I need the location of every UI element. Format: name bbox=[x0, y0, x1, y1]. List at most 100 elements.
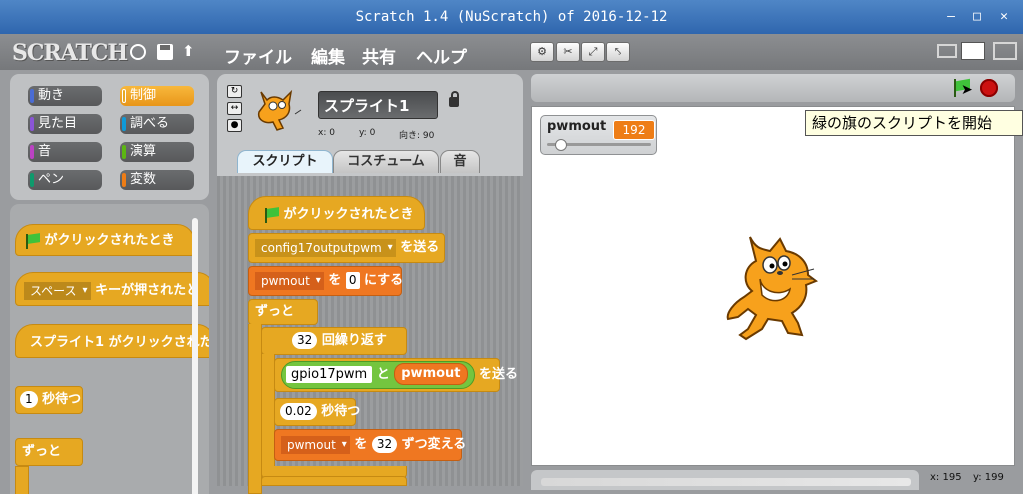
block-label: ずつ変える bbox=[401, 437, 467, 452]
window-title: Scratch 1.4 (NuScratch) of 2016-12-12 bbox=[355, 9, 668, 25]
script-forever-block[interactable]: ずっと bbox=[248, 299, 318, 325]
menu-bar: SCRATCH ⬆ ファイル 編集 共有 ヘルプ ⚙ ✂ ⤢ ⤣ bbox=[0, 34, 1023, 70]
maximize-icon[interactable]: □ bbox=[970, 10, 984, 24]
palette-forever-block[interactable]: ずっと bbox=[15, 438, 83, 466]
palette-sprite-clicked-hat[interactable]: スプライト1 がクリックされた bbox=[15, 324, 209, 358]
palette-key-pressed-hat[interactable]: スペース キーが押されたと bbox=[15, 272, 209, 306]
tab-sounds[interactable]: 音 bbox=[440, 150, 480, 173]
key-dropdown[interactable]: スペース bbox=[24, 281, 91, 300]
share-upload-icon[interactable]: ⬆ bbox=[182, 43, 199, 60]
sprite-thumbnail bbox=[257, 89, 302, 131]
change-amount-input[interactable]: 32 bbox=[371, 436, 398, 453]
block-label: キーが押されたと bbox=[95, 283, 200, 298]
monitor-value: 192 bbox=[613, 120, 655, 140]
block-label: を送る bbox=[479, 367, 519, 382]
tab-scripts[interactable]: スクリプト bbox=[237, 150, 333, 173]
block-label: と bbox=[376, 366, 390, 382]
green-flag-icon bbox=[263, 206, 279, 223]
save-icon[interactable] bbox=[157, 44, 173, 60]
scripts-area[interactable]: がクリックされたとき config17outputpwm を送る pwmout … bbox=[217, 176, 523, 494]
wait-seconds-input[interactable]: 0.02 bbox=[280, 403, 317, 420]
monitor-label: pwmout bbox=[547, 119, 607, 134]
script-wait-block[interactable]: 0.02 秒待つ bbox=[274, 398, 360, 426]
join-operator-block[interactable]: gpio17pwm と pwmout bbox=[281, 360, 475, 389]
script-change-variable-block[interactable]: pwmout を 32 ずつ変える bbox=[274, 429, 466, 461]
sprite-list-toolbar bbox=[541, 478, 911, 486]
forever-arm bbox=[248, 324, 262, 494]
palette-wait-block[interactable]: 1 秒待つ bbox=[15, 386, 83, 414]
lock-icon[interactable] bbox=[449, 91, 459, 107]
repeat-count-input[interactable]: 32 bbox=[292, 332, 318, 349]
mouse-cursor-icon: ➤ bbox=[961, 82, 973, 98]
block-label: ずっと bbox=[22, 444, 62, 459]
pwmout-variable-reporter[interactable]: pwmout bbox=[394, 363, 468, 385]
title-bar[interactable]: Scratch 1.4 (NuScratch) of 2016-12-12 — … bbox=[0, 0, 1023, 34]
normal-stage-icon[interactable] bbox=[961, 42, 985, 60]
globe-icon[interactable] bbox=[130, 44, 146, 60]
block-label: 秒待つ bbox=[321, 404, 361, 419]
script-broadcast-block[interactable]: config17outputpwm を送る bbox=[248, 233, 445, 263]
stage-canvas[interactable]: pwmout 192 bbox=[531, 106, 1015, 466]
category-label: ペン bbox=[38, 172, 65, 187]
palette-green-flag-hat[interactable]: がクリックされたとき bbox=[15, 224, 195, 256]
palette-scrollbar[interactable] bbox=[192, 218, 198, 494]
delete-scissors-icon[interactable]: ✂ bbox=[556, 42, 580, 62]
duplicate-stamp-icon[interactable]: ⚙ bbox=[530, 42, 554, 62]
category-motion[interactable]: 動き bbox=[28, 86, 102, 106]
sprite-list-panel bbox=[531, 470, 919, 490]
repeat-arm bbox=[261, 354, 275, 470]
stop-sign-icon[interactable] bbox=[980, 79, 998, 97]
category-operators[interactable]: 演算 bbox=[120, 142, 194, 162]
category-sound[interactable]: 音 bbox=[28, 142, 102, 162]
broadcast-message-dropdown[interactable]: config17outputpwm bbox=[255, 238, 396, 257]
variable-dropdown[interactable]: pwmout bbox=[281, 435, 350, 454]
category-label: 音 bbox=[38, 144, 52, 159]
category-control[interactable]: 制御 bbox=[120, 86, 194, 106]
script-repeat-block[interactable]: 32 回繰り返す bbox=[261, 327, 407, 355]
block-label: を送る bbox=[400, 240, 440, 255]
category-looks[interactable]: 見た目 bbox=[28, 114, 102, 134]
sprite-name-field[interactable]: スプライト1 bbox=[318, 91, 438, 119]
sprite-direction-readout: 向き: 90 bbox=[399, 131, 435, 141]
menu-edit[interactable]: 編集 bbox=[311, 43, 345, 68]
category-pen[interactable]: ペン bbox=[28, 170, 102, 190]
minimize-icon[interactable]: — bbox=[944, 10, 958, 24]
variable-dropdown[interactable]: pwmout bbox=[255, 271, 324, 290]
green-flag-icon bbox=[24, 232, 40, 249]
menu-share[interactable]: 共有 bbox=[362, 43, 396, 68]
small-stage-icon[interactable] bbox=[937, 44, 957, 58]
scratch-logo: SCRATCH bbox=[12, 40, 128, 66]
script-green-flag-hat[interactable]: がクリックされたとき bbox=[248, 196, 425, 230]
category-label: 動き bbox=[38, 88, 65, 103]
next-block-partial bbox=[261, 476, 407, 486]
block-label: 秒待つ bbox=[42, 392, 82, 407]
menu-file[interactable]: ファイル bbox=[224, 43, 292, 68]
block-label: スプライト1 がクリックされた bbox=[30, 335, 209, 350]
category-panel: 動き 制御 見た目 調べる 音 演算 ペン 変数 bbox=[10, 74, 209, 200]
variable-monitor[interactable]: pwmout 192 bbox=[540, 115, 657, 155]
block-label: 回繰り返す bbox=[321, 333, 387, 348]
forever-block-arm bbox=[15, 466, 29, 494]
block-palette: がクリックされたとき スペース キーが押されたと スプライト1 がクリックされた… bbox=[10, 204, 209, 494]
flip-left-right-icon[interactable]: ↔ bbox=[227, 102, 242, 115]
rotate-all-icon[interactable]: ↻ bbox=[227, 85, 242, 98]
category-sensing[interactable]: 調べる bbox=[120, 114, 194, 134]
scratch-cat-sprite[interactable] bbox=[722, 235, 822, 341]
monitor-slider-knob[interactable] bbox=[555, 139, 567, 151]
close-icon[interactable]: ✕ bbox=[997, 10, 1011, 24]
shrink-icon[interactable]: ⤣ bbox=[606, 42, 630, 62]
tab-costumes[interactable]: コスチューム bbox=[333, 150, 439, 173]
wait-seconds-input[interactable]: 1 bbox=[20, 391, 38, 408]
block-label: を bbox=[354, 437, 368, 452]
set-value-input[interactable]: 0 bbox=[345, 272, 360, 289]
script-set-variable-block[interactable]: pwmout を 0 にする bbox=[248, 266, 403, 296]
join-left-input[interactable]: gpio17pwm bbox=[286, 365, 373, 383]
grow-icon[interactable]: ⤢ bbox=[581, 42, 605, 62]
no-rotate-icon[interactable]: ● bbox=[227, 119, 242, 132]
sprite-info-panel: ↻ ↔ ● スプライト1 x: 0 y: 0 向き: 90 スクリプト コスチュ… bbox=[217, 74, 523, 180]
presentation-mode-icon[interactable] bbox=[993, 42, 1017, 60]
category-label: 見た目 bbox=[38, 116, 78, 131]
category-variables[interactable]: 変数 bbox=[120, 170, 194, 190]
script-broadcast-join-block[interactable]: gpio17pwm と pwmout を送る bbox=[274, 358, 518, 392]
menu-help[interactable]: ヘルプ bbox=[416, 43, 467, 68]
